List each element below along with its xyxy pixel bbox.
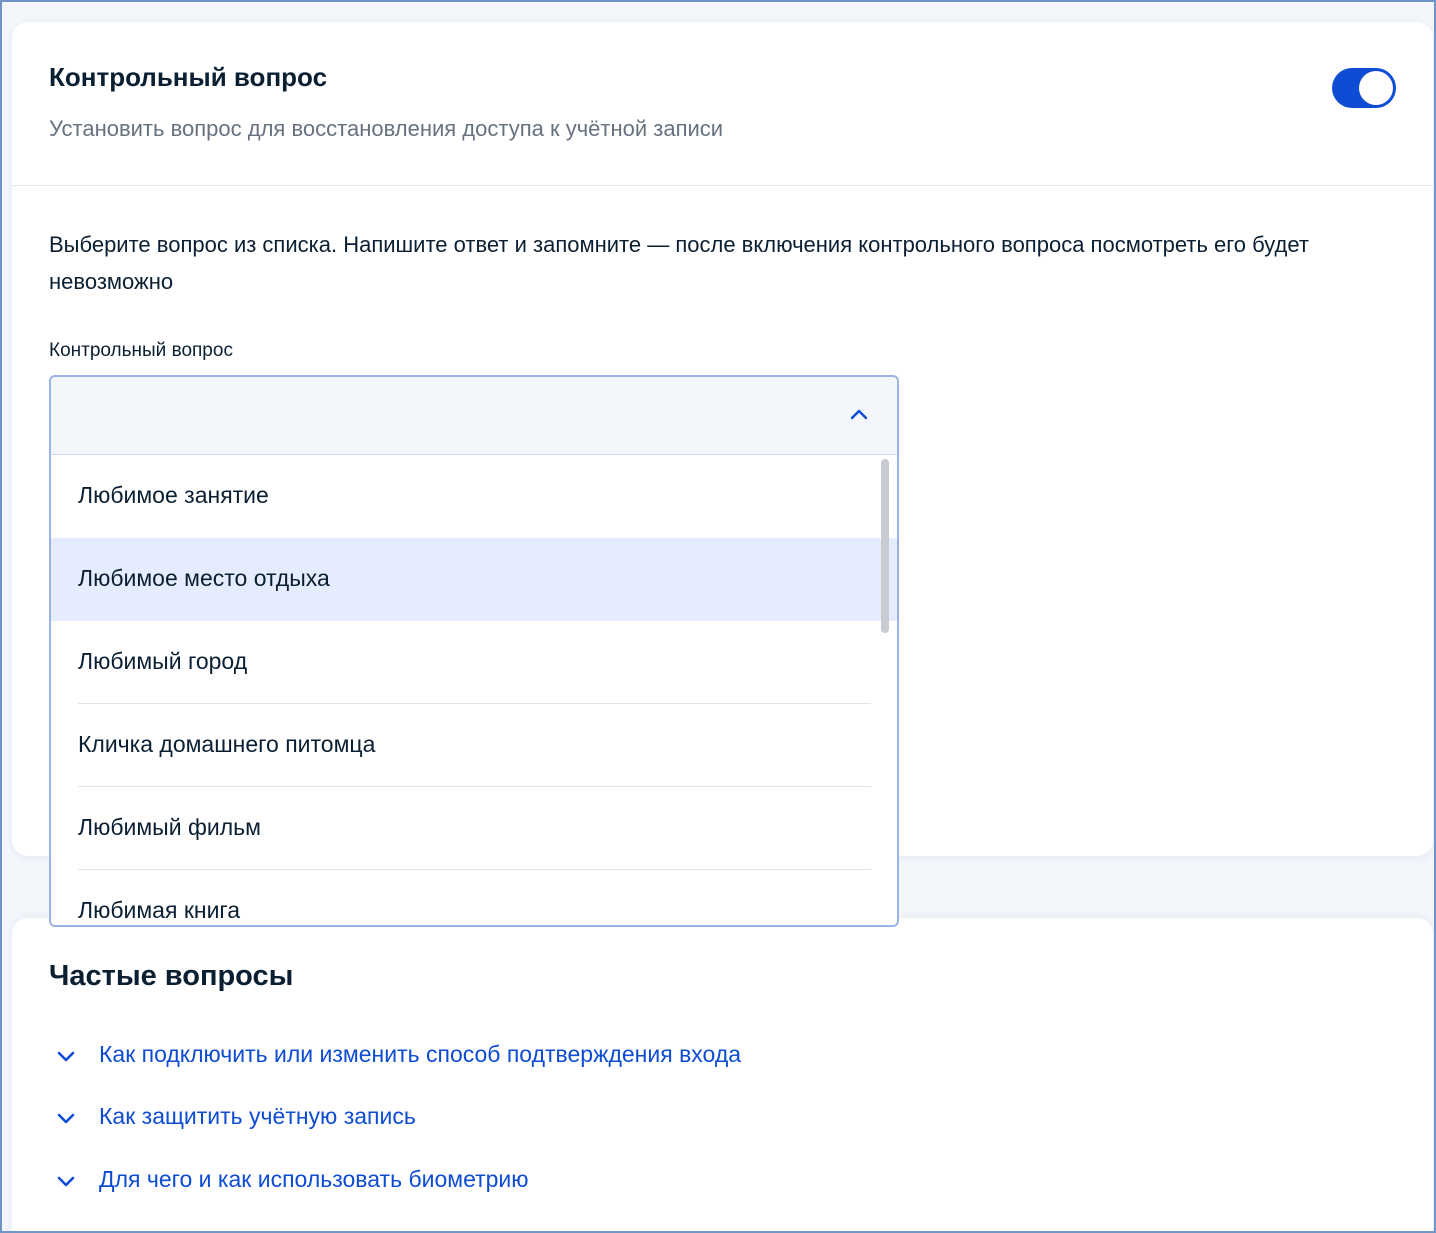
security-question-toggle[interactable] (1332, 68, 1396, 108)
option-label: Любимое место отдыха (78, 565, 330, 591)
security-question-select[interactable] (49, 375, 899, 454)
faq-item-label[interactable]: Как защитить учётную запись (99, 1103, 416, 1130)
instruction-text: Выберите вопрос из списка. Напишите отве… (49, 232, 1309, 294)
option-label: Любимый фильм (78, 814, 261, 840)
toggle-knob (1359, 71, 1393, 105)
chevron-down-icon (57, 1051, 75, 1062)
faq-card: Частые вопросы Как подключить или измени… (12, 918, 1433, 1231)
chevron-down-icon (57, 1176, 75, 1187)
field-label: Контрольный вопрос (49, 340, 233, 361)
faq-title: Частые вопросы (49, 960, 294, 992)
card-title: Контрольный вопрос (49, 62, 328, 92)
option-label: Кличка домашнего питомца (78, 731, 376, 757)
chevron-down-icon (57, 1113, 75, 1124)
dropdown-option[interactable]: Любимый город (51, 621, 897, 704)
chevron-up-icon (850, 409, 868, 420)
dropdown-option[interactable]: Кличка домашнего питомца (51, 704, 897, 787)
dropdown-option[interactable]: Любимый фильм (51, 787, 897, 870)
option-label: Любимый город (78, 648, 248, 674)
security-question-dropdown: Любимое занятие Любимое место отдыха Люб… (49, 454, 899, 927)
dropdown-option-highlighted[interactable]: Любимое место отдыха (51, 538, 897, 621)
card-subtitle: Установить вопрос для восстановления дос… (49, 116, 724, 141)
option-label: Любимая книга (78, 897, 241, 923)
dropdown-scrollbar[interactable] (881, 459, 889, 633)
option-label: Любимое занятие (78, 482, 269, 508)
dropdown-option[interactable]: Любимая книга (51, 870, 897, 925)
faq-item-label[interactable]: Как подключить или изменить способ подтв… (99, 1041, 741, 1068)
divider (12, 185, 1433, 186)
dropdown-option[interactable]: Любимое занятие (51, 455, 897, 538)
faq-item-label[interactable]: Для чего и как использовать биометрию (99, 1166, 529, 1193)
screenshot-frame: Контрольный вопрос Установить вопрос для… (0, 0, 1436, 1233)
